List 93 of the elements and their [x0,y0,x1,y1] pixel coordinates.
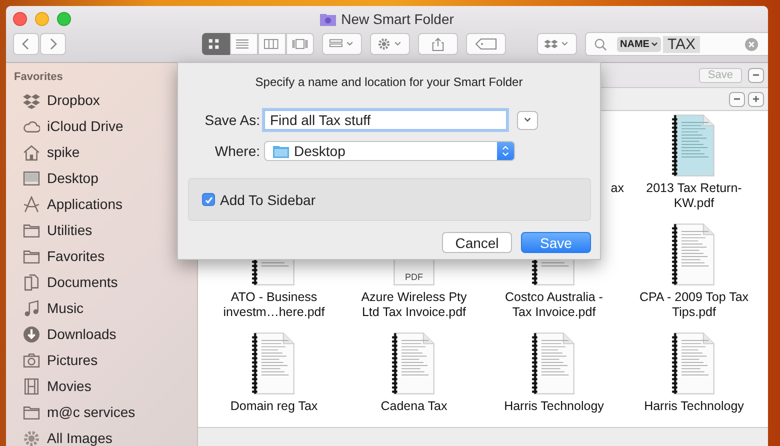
gear-icon [377,38,403,50]
house-icon [23,144,40,160]
camera-icon [23,352,40,368]
checkbox-label: Add To Sidebar [220,192,316,208]
document-thumbnail[interactable] [251,332,297,396]
folder-icon [23,248,40,264]
list-view-button[interactable] [230,33,258,55]
chevron-down-icon [523,117,532,123]
music-note-icon [23,300,40,316]
remove-criteria-button[interactable] [729,92,745,106]
film-icon [23,378,40,394]
folder-icon [23,222,40,238]
add-criteria-button[interactable] [748,92,764,106]
sidebar-item[interactable]: Favorites [6,243,197,269]
sidebar-item[interactable]: Desktop [6,165,197,191]
cover-flow-icon [292,38,308,50]
document-thumbnail[interactable] [671,114,717,178]
close-button[interactable] [13,12,27,26]
download-icon [23,326,40,342]
action-button[interactable] [370,33,410,55]
smart-folder-icon [320,12,336,26]
file-name[interactable]: CPA - 2009 Top Tax Tips.pdf [635,290,753,320]
document-thumbnail[interactable] [671,223,717,287]
sidebar-item[interactable]: Music [6,295,197,321]
sidebar-heading: Favorites [13,70,64,85]
chevron-right-icon [48,37,58,51]
dropbox-icon [23,92,40,108]
sidebar-item[interactable]: Dropbox [6,87,197,113]
file-name[interactable]: Cadena Tax [355,399,473,414]
save-as-field[interactable]: Find all Tax stuff [264,110,507,130]
sidebar-item[interactable]: Applications [6,191,197,217]
search-value: TAX [663,36,700,52]
expand-button[interactable] [517,110,538,130]
sidebar-item[interactable]: All Images [6,425,197,446]
where-value: Desktop [294,143,346,159]
chevron-down-icon [651,42,658,46]
column-view-button[interactable] [258,33,286,55]
document-thumbnail[interactable] [391,332,437,396]
desktop-icon [23,170,40,186]
search-token[interactable]: NAME [617,36,662,52]
cancel-button[interactable]: Cancel [442,232,512,253]
document-thumbnail[interactable] [671,332,717,396]
back-button[interactable] [13,33,39,55]
file-name[interactable]: 2013 Tax Return-KW.pdf [635,181,753,211]
applications-icon [23,196,40,212]
file-name[interactable]: ATO - Business investm…here.pdf [215,290,333,320]
document-thumbnail[interactable] [531,332,577,396]
arrange-icon [329,38,355,50]
checkbox[interactable] [202,193,215,206]
forward-button[interactable] [40,33,66,55]
stepper-arrows [497,142,514,160]
cover-flow-button[interactable] [286,33,314,55]
clear-icon[interactable] [745,38,758,50]
file-name[interactable]: Costco Australia - Tax Invoice.pdf [495,290,613,320]
share-icon [432,36,444,52]
folder-icon [273,144,289,158]
sidebar-item[interactable]: m@c services [6,399,197,425]
file-name[interactable]: Azure Wireless Pty Ltd Tax Invoice.pdf [355,290,473,320]
file-name[interactable]: Harris Technology [635,399,753,414]
columns-icon [264,38,280,50]
documents-icon [23,274,40,290]
window-title: New Smart Folder [341,11,454,27]
gear-icon [23,430,40,446]
share-button[interactable] [418,33,458,55]
file-name[interactable]: Harris Technology [495,399,613,414]
remove-button[interactable] [748,68,764,82]
where-popup[interactable]: Desktop [264,141,515,161]
sidebar-item[interactable]: Documents [6,269,197,295]
search-field[interactable]: NAME TAX [585,32,768,56]
icon-view-button[interactable] [202,33,230,55]
folder-icon [23,404,40,420]
dropbox-button[interactable] [537,33,577,55]
sidebar-item[interactable]: Utilities [6,217,197,243]
minimize-button[interactable] [35,12,49,26]
plus-icon [752,95,760,103]
sidebar-item[interactable]: iCloud Drive [6,113,197,139]
zoom-button[interactable] [57,12,71,26]
save-as-label: Save As: [204,112,260,128]
dropbox-icon [544,38,570,50]
checkmark-icon [204,194,214,204]
tag-button[interactable] [466,33,506,55]
file-name[interactable]: ax [610,181,624,196]
sidebar-item[interactable]: Movies [6,373,197,399]
sidebar-item[interactable]: Pictures [6,347,197,373]
tag-icon [473,38,499,50]
arrange-button[interactable] [322,33,362,55]
chevron-left-icon [21,37,31,51]
dialog-message: Specify a name and location for your Smart Folder [254,74,524,91]
file-name[interactable]: Domain reg Tax [215,399,333,414]
sidebar-item[interactable]: Downloads [6,321,197,347]
search-icon [594,38,607,50]
sidebar-item[interactable]: spike [6,139,197,165]
where-label: Where: [214,143,260,159]
